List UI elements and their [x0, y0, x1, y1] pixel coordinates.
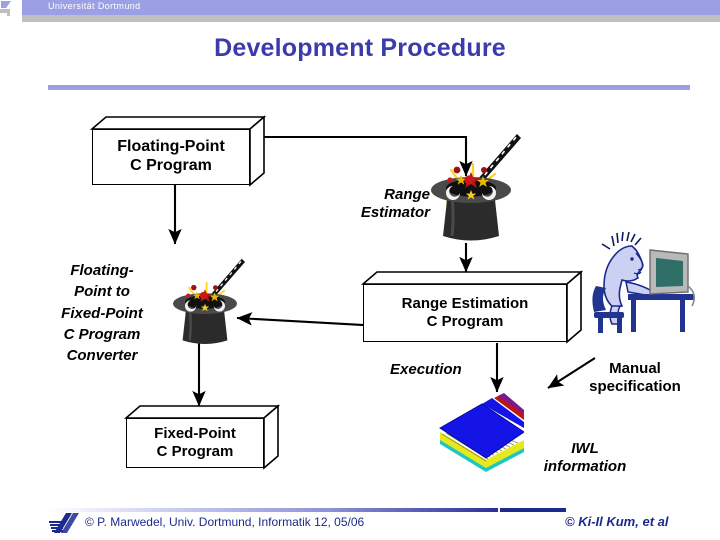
- magic-hat-icon: [421, 118, 521, 243]
- label-converter-line2: Point to: [74, 283, 130, 301]
- magic-hat-icon: [155, 246, 255, 346]
- page-title: Development Procedure: [214, 34, 506, 62]
- label-range-estimator-line1: Range: [384, 186, 430, 203]
- book-icon: [432, 392, 525, 474]
- box-floating-point-c-program: Floating-Point C Program: [89, 115, 267, 187]
- label-converter-line5: Converter: [66, 347, 138, 365]
- box-label-line2: C Program: [426, 313, 504, 330]
- label-range-estimator-line2: Estimator: [360, 204, 430, 221]
- label-converter-line4: C Program: [63, 325, 141, 343]
- box-fixed-point-c-program: Fixed-Point C Program: [123, 404, 281, 470]
- box-label: Fixed-Point C Program: [126, 418, 264, 468]
- box-label-line1: Floating-Point: [117, 138, 225, 156]
- box-label-line2: C Program: [130, 157, 212, 174]
- label-converter: Floating- Point to Fixed-Point C Program…: [34, 260, 170, 366]
- box-range-estimation-c-program: Range Estimation C Program: [360, 270, 584, 344]
- footer-divider-left: [48, 508, 498, 512]
- footer-logo-icon: [49, 513, 79, 533]
- label-iwl-information-line2: information: [543, 458, 627, 475]
- label-iwl-information: IWL information: [520, 440, 650, 476]
- label-manual-specification-line2: specification: [589, 378, 681, 395]
- box-label-line1: Fixed-Point: [154, 425, 236, 443]
- box-label: Range Estimation C Program: [363, 284, 567, 342]
- box-label-line2: C Program: [156, 443, 234, 460]
- box-label-line1: Range Estimation: [401, 295, 529, 313]
- footer-divider-right: [500, 508, 566, 512]
- header-corner-logo-icon: [0, 0, 14, 22]
- title-divider: [48, 85, 690, 90]
- footer-copyright-left: © P. Marwedel, Univ. Dortmund, Informati…: [85, 515, 365, 529]
- label-execution: Execution: [390, 361, 462, 378]
- footer-copyright-right: © Ki-Il Kum, et al: [565, 514, 669, 529]
- label-converter-line1: Floating-: [70, 262, 134, 279]
- label-iwl-information-line1: IWL: [571, 440, 599, 457]
- header-bar: Universität Dortmund: [0, 0, 720, 22]
- university-name: Universität Dortmund: [48, 1, 141, 11]
- box-label: Floating-Point C Program: [92, 129, 250, 185]
- header-band-shadow: [22, 15, 720, 22]
- label-range-estimator: Range Estimator: [330, 186, 430, 222]
- label-manual-specification-line1: Manual: [609, 360, 661, 377]
- person-at-computer-icon: [584, 228, 702, 334]
- label-manual-specification: Manual specification: [560, 360, 710, 396]
- label-converter-line3: Fixed-Point: [61, 304, 143, 322]
